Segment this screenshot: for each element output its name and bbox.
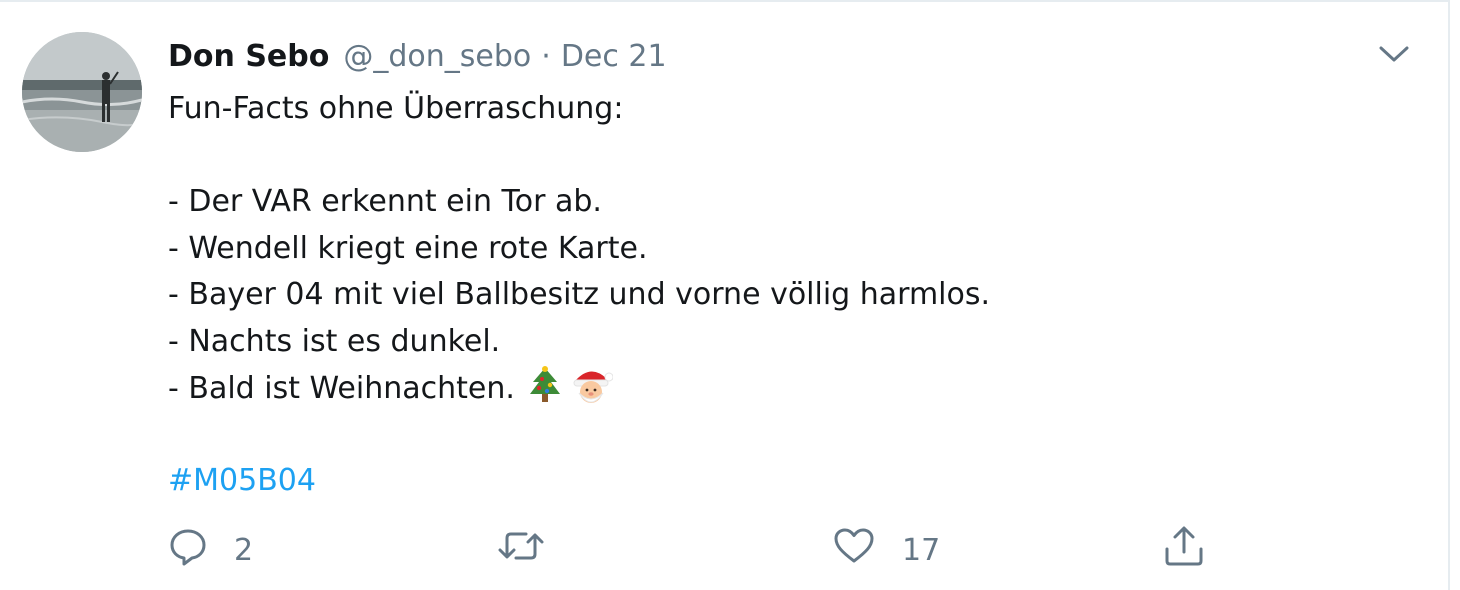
emoji-group <box>527 365 614 422</box>
tweet-header: Don Sebo @_don_sebo · Dec 21 <box>168 34 667 78</box>
chevron-down-icon <box>1379 45 1409 67</box>
christmas-tree-icon <box>527 366 563 421</box>
heart-icon <box>832 526 876 574</box>
reply-count: 2 <box>234 532 254 568</box>
tweet-line: - Der VAR erkennt ein Tor ab. <box>168 184 602 219</box>
tweet-line: - Nachts ist es dunkel. <box>168 323 501 359</box>
tweet-line: Fun-Facts ohne Überraschung: <box>168 91 624 126</box>
like-button[interactable]: 17 <box>832 526 940 574</box>
share-icon <box>1162 524 1206 576</box>
tweet-actions: 2 17 <box>168 526 1268 574</box>
reply-icon <box>168 526 208 574</box>
header-separator: · <box>541 38 551 74</box>
tweet-line: - Bald ist Weihnachten. <box>168 371 515 406</box>
tweet-line-with-emoji: - Bald ist Weihnachten. <box>168 365 1368 412</box>
share-button[interactable] <box>1162 526 1232 574</box>
like-count: 17 <box>902 532 941 568</box>
santa-claus-icon <box>569 365 614 422</box>
tweet-text: Fun-Facts ohne Überraschung: - Der VAR e… <box>168 86 1368 505</box>
retweet-button[interactable] <box>496 526 572 574</box>
display-name[interactable]: Don Sebo <box>168 39 329 74</box>
tweet-line-hashtag: #M05B04 <box>168 458 1368 505</box>
user-handle[interactable]: @_don_sebo <box>343 39 531 74</box>
tweet-line <box>168 412 1368 459</box>
tweet-card[interactable]: Don Sebo @_don_sebo · Dec 21 Fun-Facts o… <box>0 0 1450 590</box>
more-options-button[interactable] <box>1374 38 1414 74</box>
tweet-line <box>168 133 1368 180</box>
tweet-date[interactable]: Dec 21 <box>561 39 667 74</box>
reply-button[interactable]: 2 <box>168 526 253 574</box>
avatar[interactable] <box>22 32 142 152</box>
retweet-icon <box>496 526 546 574</box>
tweet-line: - Bayer 04 mit viel Ballbesitz und vorne… <box>168 277 991 312</box>
hashtag-link[interactable]: #M05B04 <box>168 463 316 498</box>
tweet-line: - Wendell kriegt eine rote Karte. <box>168 230 648 266</box>
